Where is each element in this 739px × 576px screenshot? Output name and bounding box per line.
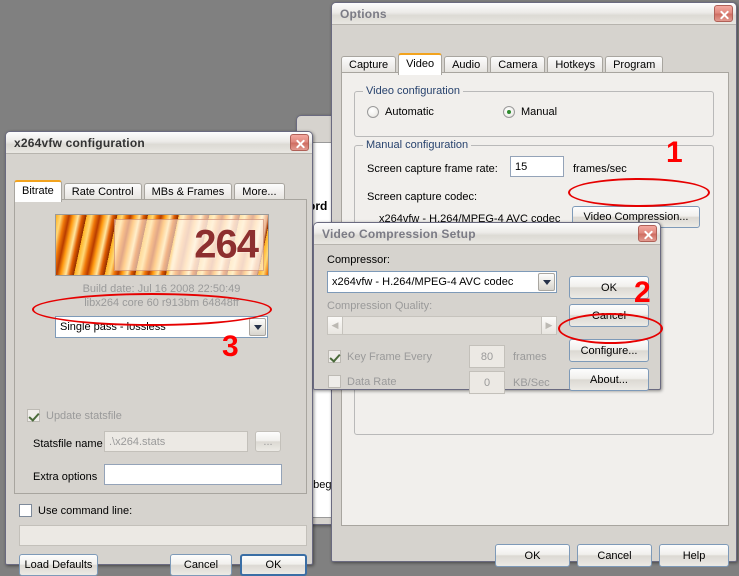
radio-manual-label: Manual <box>521 106 558 118</box>
core-version-label: libx264 core 60 r913bm 64848ff <box>84 297 239 309</box>
slider-right-arrow[interactable]: ▶ <box>541 316 557 335</box>
close-icon[interactable] <box>290 134 309 151</box>
slider-track[interactable] <box>343 316 541 335</box>
use-command-line-checkbox[interactable]: Use command line: <box>19 504 132 517</box>
extra-options-input[interactable] <box>104 464 282 485</box>
options-title: Options <box>340 6 387 21</box>
key-frame-every-box <box>328 350 341 363</box>
statsfile-browse-button[interactable]: ... <box>255 431 281 452</box>
compressor-combo[interactable]: x264vfw - H.264/MPEG-4 AVC codec <box>327 271 557 293</box>
options-help-button[interactable]: Help <box>659 544 729 567</box>
x264vfw-title: x264vfw configuration <box>14 135 145 150</box>
x264vfw-dialog[interactable]: x264vfw configuration Bitrate Rate Contr… <box>5 131 313 576</box>
x264vfw-tab-pane: 264 Build date: Jul 16 2008 22:50:49 lib… <box>14 199 307 494</box>
video-compression-client: Compressor: x264vfw - H.264/MPEG-4 AVC c… <box>314 245 660 394</box>
data-rate-units: KB/Sec <box>513 377 550 389</box>
key-frame-every-label: Key Frame Every <box>347 350 432 363</box>
load-defaults-button[interactable]: Load Defaults <box>19 554 98 576</box>
video-compression-title: Video Compression Setup <box>322 226 476 241</box>
chevron-down-icon[interactable] <box>538 273 555 291</box>
key-frame-every-input[interactable]: 80 <box>469 345 505 368</box>
data-rate-box <box>328 375 341 388</box>
radio-automatic-dot <box>367 106 379 118</box>
configure-button[interactable]: Configure... <box>569 339 649 362</box>
radio-manual-dot <box>503 106 515 118</box>
frame-rate-input[interactable]: 15 <box>510 156 564 177</box>
x264-logo-text: 264 <box>194 222 259 267</box>
extra-options-label: Extra options <box>33 471 98 483</box>
about-button[interactable]: About... <box>569 368 649 391</box>
x264vfw-cancel-button[interactable]: Cancel <box>170 554 232 576</box>
chevron-down-icon[interactable] <box>249 318 266 336</box>
compression-quality-slider[interactable]: ◀ ▶ <box>327 316 557 335</box>
manual-configuration-group-label: Manual configuration <box>363 139 472 151</box>
video-configuration-group-label: Video configuration <box>363 85 463 97</box>
frame-rate-units: frames/sec <box>573 163 627 175</box>
x264vfw-titlebar: x264vfw configuration <box>6 132 312 154</box>
data-rate-checkbox[interactable]: Data Rate <box>328 375 397 388</box>
video-compression-cancel-button[interactable]: Cancel <box>569 304 649 327</box>
video-compression-titlebar: Video Compression Setup <box>314 223 660 245</box>
use-command-line-box <box>19 504 32 517</box>
compressor-label: Compressor: <box>327 254 390 266</box>
use-command-line-label: Use command line: <box>38 504 133 517</box>
key-frame-every-units: frames <box>513 351 547 363</box>
data-rate-label: Data Rate <box>347 375 397 388</box>
update-statsfile-box <box>27 409 40 422</box>
frame-rate-label: Screen capture frame rate: <box>367 163 498 175</box>
radio-manual[interactable]: Manual <box>503 106 557 118</box>
update-statsfile-label: Update statsfile <box>46 409 122 422</box>
options-titlebar: Options <box>332 3 736 25</box>
options-tabstrip: Capture Video Audio Camera Hotkeys Progr… <box>341 53 665 75</box>
radio-automatic[interactable]: Automatic <box>367 106 434 118</box>
slider-left-arrow[interactable]: ◀ <box>327 316 343 335</box>
close-icon[interactable] <box>714 5 733 22</box>
statsfile-name-label: Statsfile name <box>33 438 103 450</box>
x264-logo: 264 <box>55 214 269 276</box>
update-statsfile-checkbox[interactable]: Update statsfile <box>27 409 122 422</box>
video-compression-ok-button[interactable]: OK <box>569 276 649 299</box>
compressor-value: x264vfw - H.264/MPEG-4 AVC codec <box>332 276 514 288</box>
build-date-label: Build date: Jul 16 2008 22:50:49 <box>82 283 241 295</box>
compression-quality-label: Compression Quality: <box>327 300 433 312</box>
x264vfw-tabstrip: Bitrate Rate Control MBs & Frames More..… <box>14 180 287 202</box>
close-icon[interactable] <box>638 225 657 242</box>
statsfile-name-input[interactable]: .\x264.stats <box>104 431 248 452</box>
radio-automatic-label: Automatic <box>385 106 434 118</box>
command-line-input[interactable] <box>19 525 307 546</box>
options-cancel-button[interactable]: Cancel <box>577 544 652 567</box>
options-ok-button[interactable]: OK <box>495 544 570 567</box>
data-rate-input[interactable]: 0 <box>469 371 505 394</box>
video-configuration-group: Video configuration Automatic Manual <box>354 85 714 137</box>
tab-bitrate[interactable]: Bitrate <box>14 180 62 202</box>
key-frame-every-checkbox[interactable]: Key Frame Every <box>328 350 432 363</box>
codec-label: Screen capture codec: <box>367 191 478 203</box>
tab-video[interactable]: Video <box>398 53 443 75</box>
encoding-mode-value: Single pass - lossless <box>60 321 166 333</box>
encoding-mode-combo[interactable]: Single pass - lossless <box>55 316 268 338</box>
x264vfw-ok-button[interactable]: OK <box>240 554 307 576</box>
video-compression-dialog[interactable]: Video Compression Setup Compressor: x264… <box>313 222 661 394</box>
x264vfw-client: Bitrate Rate Control MBs & Frames More..… <box>6 154 312 576</box>
